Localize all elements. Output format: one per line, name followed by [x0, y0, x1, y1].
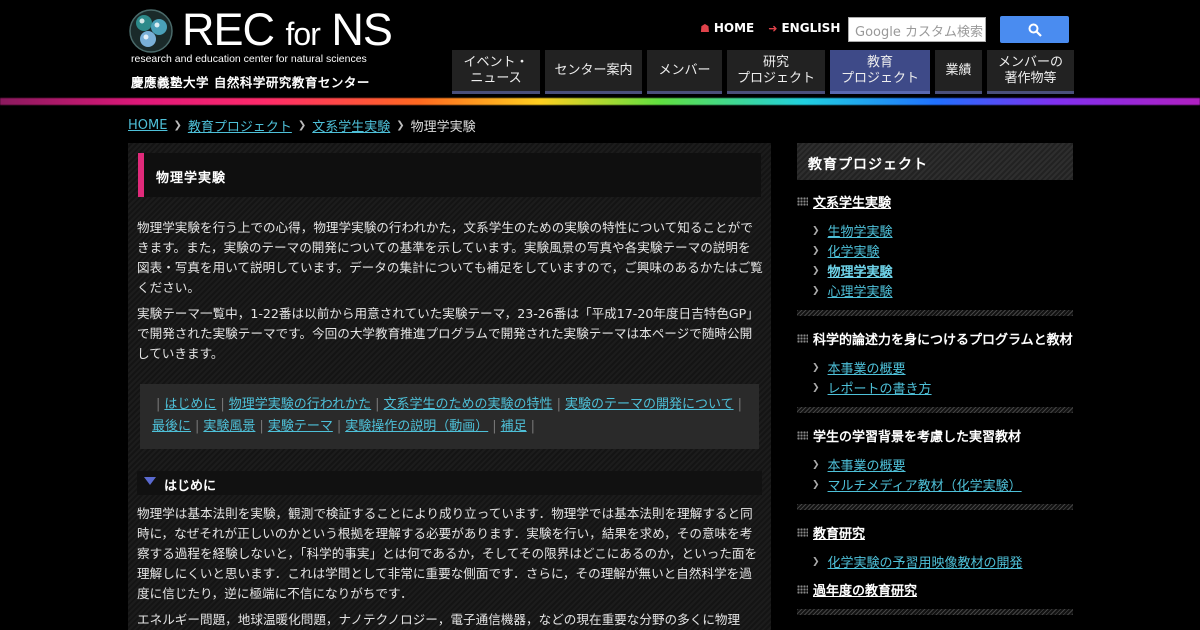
sidebar-divider	[797, 504, 1073, 510]
toc-link-themes[interactable]: 実験テーマ	[268, 419, 333, 434]
section-heading: はじめに	[137, 471, 762, 495]
rainbow-divider	[0, 98, 1200, 105]
chevron-right-icon: ❯	[396, 120, 405, 131]
toc-link-scenes[interactable]: 実験風景	[203, 419, 255, 434]
logo-subtitle: research and education center for natura…	[131, 53, 367, 65]
sidebar-category-practical-materials: 学生の学習背景を考慮した実習教材	[797, 426, 1021, 445]
chevron-right-icon: ❯	[812, 245, 820, 256]
dotted-bullet-icon	[797, 431, 808, 440]
main-nav: イベント・ ニュース センター案内 メンバー 研究 プロジェクト 教育 プロジェクト …	[452, 50, 1074, 94]
home-link[interactable]: ☗ HOME	[700, 21, 754, 35]
chevron-right-icon: ❯	[812, 382, 820, 393]
section-paragraph-2: エネルギー問題，地球温暖化問題，ナノテクノロジー，電子通信機器，などの現在重要な…	[137, 612, 741, 627]
toc-link-characteristics[interactable]: 文系学生のための実験の特性	[384, 397, 553, 412]
section-title: はじめに	[164, 479, 217, 494]
dotted-bullet-icon	[797, 585, 808, 594]
sidebar-category-past-research[interactable]: 過年度の教育研究	[797, 580, 917, 599]
molecule-logo-icon	[129, 9, 173, 53]
sidebar-category-liberal-arts[interactable]: 文系学生実験	[797, 192, 891, 211]
english-link[interactable]: ➜ ENGLISH	[768, 21, 840, 35]
sidebar-title-block: 教育プロジェクト	[797, 143, 1073, 180]
toc-link-procedure[interactable]: 物理学実験の行われかた	[229, 397, 371, 412]
nav-members[interactable]: メンバー	[647, 50, 722, 94]
toc-link-videos[interactable]: 実験操作の説明（動画）	[345, 419, 488, 434]
intro-paragraph-1: 物理学実験を行う上での心得，物理学実験の行われかた，文系学生のための実験の特性に…	[137, 220, 763, 295]
sidebar-item-biology[interactable]: ❯ 生物学実験	[812, 221, 893, 240]
page-title-block: 物理学実験	[138, 153, 761, 197]
sidebar-category-education-research[interactable]: 教育研究	[797, 523, 865, 542]
chevron-right-icon: ❯	[812, 362, 820, 373]
chevron-right-icon: ❯	[812, 225, 820, 236]
sidebar-divider	[797, 609, 1073, 615]
chevron-right-icon: ❯	[812, 285, 820, 296]
chevron-right-icon: ❯	[812, 479, 820, 490]
top-links: ☗ HOME ➜ ENGLISH	[700, 21, 840, 35]
toc-link-theme-development[interactable]: 実験のテーマの開発について	[565, 397, 734, 412]
dotted-bullet-icon	[797, 197, 808, 206]
sidebar-item-chemistry[interactable]: ❯ 化学実験	[812, 241, 880, 260]
dotted-bullet-icon	[797, 528, 808, 537]
sidebar: 教育プロジェクト 文系学生実験 ❯ 生物学実験 ❯ 化学実験 ❯ 物理学実験 ❯ 心理学…	[797, 143, 1073, 630]
chevron-right-icon: ❯	[812, 556, 820, 567]
breadcrumb-current: 物理学実験	[410, 120, 476, 135]
nav-member-publications[interactable]: メンバーの 著作物等	[987, 50, 1074, 94]
main-content: 物理学実験 物理学実験を行う上での心得，物理学実験の行われかた，文系学生のための…	[128, 143, 771, 630]
logo-title: REC for NS	[182, 4, 393, 55]
sidebar-item-psychology[interactable]: ❯ 心理学実験	[812, 281, 893, 300]
intro-paragraph-2: 実験テーマ一覧中，1-22番は以前から用意されていた実験テーマ，23-26番は「…	[137, 306, 759, 361]
search-icon	[1028, 23, 1042, 37]
logo-organization: 慶應義塾大学 自然科学研究教育センター	[131, 75, 370, 90]
sidebar-divider	[797, 310, 1073, 316]
table-of-contents: | はじめに | 物理学実験の行われかた | 文系学生のための実験の特性 | 実験のテーマの開…	[140, 384, 759, 449]
toc-link-intro[interactable]: はじめに	[164, 397, 216, 412]
sidebar-item-report-writing[interactable]: ❯ レポートの書き方	[812, 378, 932, 397]
breadcrumb-liberal-arts-experiments[interactable]: 文系学生実験	[312, 116, 390, 135]
search-input[interactable]: Google カスタム検索	[848, 17, 986, 42]
triangle-down-icon	[144, 477, 156, 485]
nav-achievements[interactable]: 業績	[935, 50, 982, 94]
chevron-right-icon: ❯	[812, 459, 820, 470]
sidebar-category-scientific-writing: 科学的論述力を身につけるプログラムと教材	[797, 329, 1073, 348]
sidebar-title: 教育プロジェクト	[808, 157, 928, 173]
nav-research-projects[interactable]: 研究 プロジェクト	[727, 50, 825, 94]
breadcrumb-home[interactable]: HOME	[128, 118, 167, 133]
chevron-right-icon: ❯	[173, 120, 182, 131]
sidebar-item-writing-overview[interactable]: ❯ 本事業の概要	[812, 358, 906, 377]
chevron-right-icon: ❯	[812, 265, 820, 276]
site-logo[interactable]: REC for NS research and education center…	[128, 6, 393, 92]
breadcrumb-education-projects[interactable]: 教育プロジェクト	[188, 116, 292, 135]
nav-events-news[interactable]: イベント・ ニュース	[452, 50, 540, 94]
sidebar-divider	[797, 407, 1073, 413]
chevron-right-icon: ❯	[297, 120, 307, 131]
search-button[interactable]	[1000, 16, 1069, 43]
page-title: 物理学実験	[156, 171, 227, 186]
section-paragraph-1: 物理学は基本法則を実験，観測で検証することにより成り立っています．物理学では基本…	[137, 506, 758, 601]
nav-education-projects[interactable]: 教育 プロジェクト	[830, 50, 930, 94]
sidebar-item-multimedia[interactable]: ❯ マルチメディア教材（化学実験）	[812, 475, 1022, 494]
arrow-right-icon: ➜	[768, 21, 778, 35]
breadcrumb: HOME ❯ 教育プロジェクト ❯ 文系学生実験 ❯ 物理学実験	[128, 116, 476, 135]
toc-link-conclusion[interactable]: 最後に	[152, 419, 191, 434]
sidebar-item-video-materials[interactable]: ❯ 化学実験の予習用映像教材の開発	[812, 552, 1023, 571]
sidebar-item-physics[interactable]: ❯ 物理学実験	[812, 261, 893, 280]
dotted-bullet-icon	[797, 334, 808, 343]
site-header: REC for NS research and education center…	[0, 0, 1200, 100]
toc-link-supplement[interactable]: 補足	[501, 419, 527, 434]
nav-center-info[interactable]: センター案内	[545, 50, 642, 94]
sidebar-item-materials-overview[interactable]: ❯ 本事業の概要	[812, 455, 906, 474]
home-icon: ☗	[700, 21, 710, 35]
